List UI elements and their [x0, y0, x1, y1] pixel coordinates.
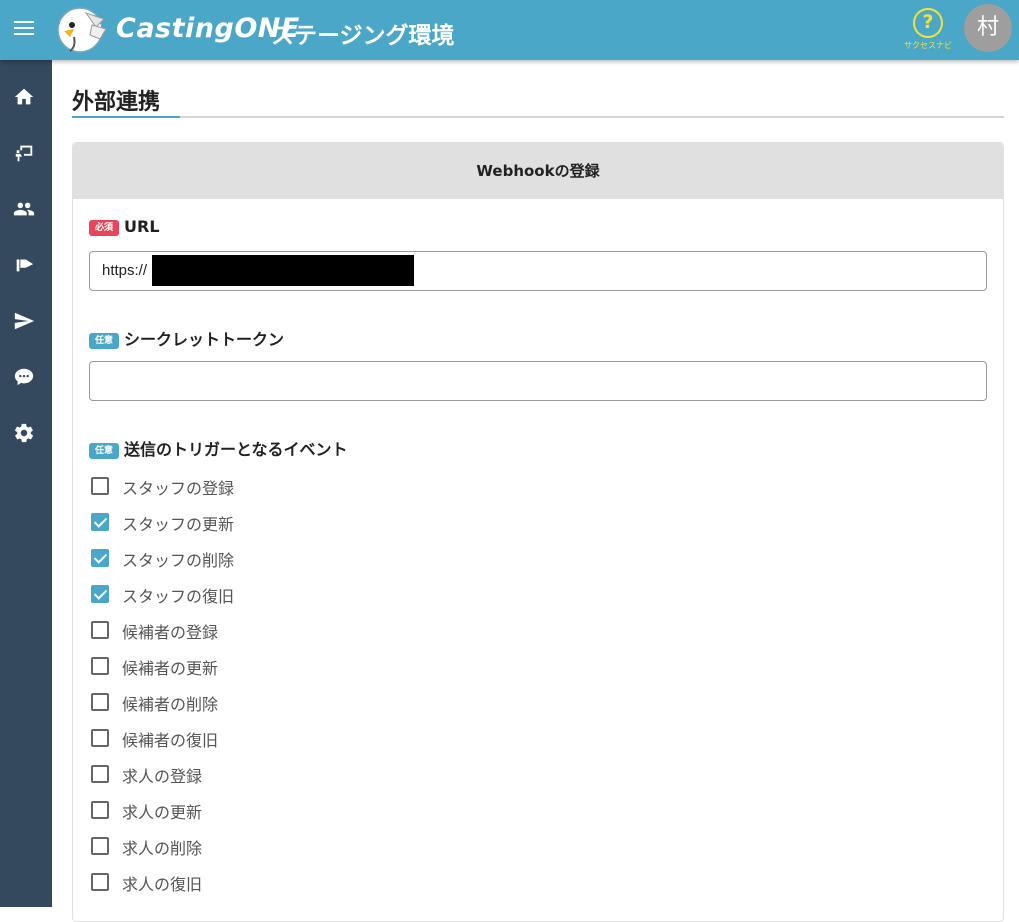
url-label: 必須 URL [89, 217, 160, 236]
secret-token-label-text: シークレットトークン [124, 330, 285, 349]
checkbox-icon[interactable] [91, 873, 109, 891]
checkbox-icon[interactable] [91, 693, 109, 711]
optional-badge: 任意 [89, 443, 120, 459]
trigger-events-label-text: 送信のトリガーとなるイベント [124, 440, 348, 459]
flag-icon [16, 259, 34, 272]
checkbox-label: スタッフの削除 [122, 551, 235, 570]
settings-icon [14, 423, 34, 443]
user-avatar[interactable]: 村 [964, 4, 1012, 52]
chat-icon [14, 368, 34, 386]
redacted-block [152, 255, 414, 286]
castingone-bird-logo-icon [56, 5, 108, 55]
help-question-icon: ? [913, 8, 943, 38]
sidebar-item-settings[interactable] [0, 412, 52, 452]
job-board-icon [15, 145, 33, 162]
checkbox-label: 候補者の更新 [122, 659, 219, 678]
sidebar-item-home[interactable] [0, 76, 52, 116]
environment-label: ステージング環境 [271, 23, 455, 49]
hamburger-menu-icon[interactable] [14, 18, 36, 40]
send-icon [14, 312, 35, 330]
checkbox-icon[interactable] [91, 837, 109, 855]
checkbox-label: 候補者の登録 [122, 623, 219, 642]
success-navi-label: サクセスナビ [904, 41, 952, 50]
home-icon [14, 88, 34, 105]
page-title: 外部連携 [72, 90, 161, 115]
url-input-value: https:// [102, 262, 148, 279]
checkbox-label: スタッフの更新 [122, 515, 235, 534]
url-input[interactable]: https:// [89, 251, 987, 291]
checkbox-label: 候補者の復旧 [122, 731, 219, 750]
secret-token-input[interactable] [89, 361, 987, 401]
checkbox-icon[interactable] [91, 765, 109, 783]
checkbox-icon[interactable] [91, 657, 109, 675]
sidebar-item-people[interactable] [0, 188, 52, 228]
checkbox-label: 求人の削除 [122, 839, 203, 858]
url-label-text: URL [124, 217, 160, 236]
success-navi-button[interactable]: ? サクセスナビ [898, 6, 958, 54]
main-content: 外部連携 Webhookの登録 必須 URL https:// 任意 シークレットト… [52, 60, 1019, 922]
sidebar-item-chat[interactable] [0, 356, 52, 396]
checkbox-icon[interactable] [91, 621, 109, 639]
required-badge: 必須 [89, 220, 120, 236]
checkbox-icon[interactable] [91, 729, 109, 747]
checkbox-label: 求人の復旧 [122, 875, 203, 894]
trigger-events-label: 任意 送信のトリガーとなるイベント [89, 436, 348, 460]
title-divider [72, 116, 1004, 118]
title-divider-accent [72, 116, 180, 118]
checkbox-icon[interactable] [91, 477, 109, 495]
top-app-bar: CastingONE ステージング環境 ? サクセスナビ 村 [0, 0, 1019, 60]
people-icon [13, 202, 35, 216]
checkbox-checked-icon[interactable] [91, 513, 109, 531]
checkbox-label: スタッフの登録 [122, 479, 235, 498]
checkbox-icon[interactable] [91, 801, 109, 819]
checkbox-label: 求人の登録 [122, 767, 203, 786]
sidebar-item-jobs[interactable] [0, 132, 52, 172]
checkbox-label: 求人の更新 [122, 803, 203, 822]
checkbox-checked-icon[interactable] [91, 549, 109, 567]
optional-badge: 任意 [89, 333, 120, 349]
sidebar-item-send[interactable] [0, 300, 52, 340]
sidebar-item-flag[interactable] [0, 244, 52, 284]
checkbox-label: スタッフの復旧 [122, 587, 235, 606]
checkbox-checked-icon[interactable] [91, 585, 109, 603]
card-title: Webhookの登録 [73, 143, 1003, 199]
secret-token-label: 任意 シークレットトークン [89, 326, 284, 350]
checkbox-label: 候補者の削除 [122, 695, 219, 714]
sidebar-nav [0, 60, 52, 907]
webhook-form-card: Webhookの登録 必須 URL https:// 任意 シークレットトークン 任… [72, 142, 1004, 922]
